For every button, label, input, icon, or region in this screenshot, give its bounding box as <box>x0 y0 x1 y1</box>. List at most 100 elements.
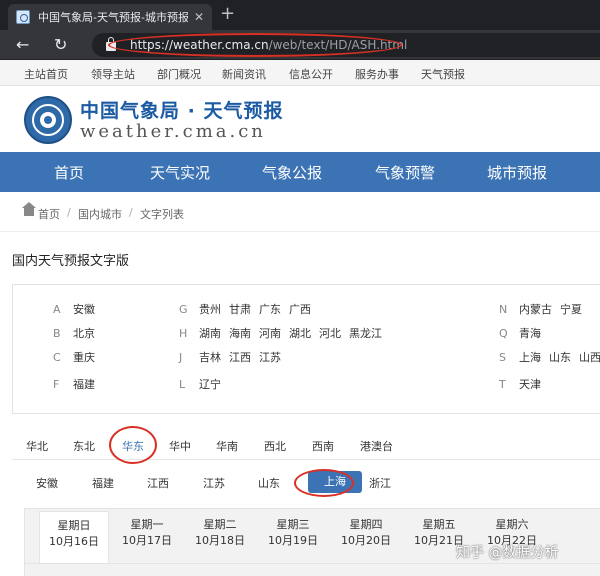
close-tab-icon[interactable]: ✕ <box>194 10 204 24</box>
address-bar[interactable]: https://weather.cma.cn/web/text/HD/ASH.h… <box>92 33 600 57</box>
province-row-g: G 贵州 甘肃 广东 广西 <box>179 301 319 317</box>
province-link[interactable]: 天津 <box>519 378 541 391</box>
province-link[interactable]: 贵州 <box>199 303 221 316</box>
province-link[interactable]: 湖北 <box>289 327 311 340</box>
province-link[interactable]: 重庆 <box>73 351 95 364</box>
breadcrumb: 首页 / 国内城市 / 文字列表 <box>0 192 600 232</box>
watermark: 知乎 @数据分析 <box>456 545 559 561</box>
reload-button[interactable]: ↻ <box>54 35 67 55</box>
tab-city-shandong[interactable]: 山东 <box>258 475 280 491</box>
nav-city-forecast[interactable]: 城市预报 <box>487 162 547 183</box>
toplink-news[interactable]: 新闻资讯 <box>222 66 266 82</box>
province-link[interactable]: 山东 <box>549 351 571 364</box>
province-link[interactable]: 北京 <box>73 327 95 340</box>
site-name[interactable]: 中国气象局 · 天气预报 <box>80 96 283 123</box>
breadcrumb-separator: / <box>129 206 133 219</box>
tab-city-anhui[interactable]: 安徽 <box>36 475 58 491</box>
province-link[interactable]: 宁夏 <box>560 303 582 316</box>
province-index: A 安徽 B 北京 C 重庆 F 福建 G 贵州 甘肃 广东 广西 H 湖南 海南 河南 湖北 河北 黑龙江 J 吉林江… <box>12 284 600 414</box>
province-letter: J <box>179 351 183 364</box>
site-favicon-icon <box>16 10 30 24</box>
tab-region-northwest[interactable]: 西北 <box>264 438 286 454</box>
url-text: https://weather.cma.cn/web/text/HD/ASH.h… <box>130 38 408 52</box>
province-link[interactable]: 上海 <box>519 351 541 364</box>
nav-observations[interactable]: 天气实况 <box>150 162 210 183</box>
tab-region-hk-macau-taiwan[interactable]: 港澳台 <box>360 438 393 454</box>
province-row-h: H 湖南 海南 河南 湖北 河北 黑龙江 <box>179 325 390 341</box>
tab-city-zhejiang[interactable]: 浙江 <box>369 475 391 491</box>
province-row-a: A 安徽 <box>53 301 103 317</box>
tab-day-2[interactable]: 星期二 10月18日 <box>185 517 255 549</box>
toplink-forecast[interactable]: 天气预报 <box>421 66 465 82</box>
day-tabs-divider <box>25 563 600 564</box>
tab-city-shanghai[interactable]: 上海 <box>308 471 362 493</box>
tab-title: 中国气象局-天气预报-城市预报 <box>38 11 188 24</box>
province-link[interactable]: 河北 <box>319 327 341 340</box>
tab-region-southwest[interactable]: 西南 <box>312 438 334 454</box>
breadcrumb-home[interactable]: 首页 <box>38 206 60 222</box>
province-row-j: J 吉林 江西 江苏 <box>179 349 289 365</box>
tab-region-north[interactable]: 华北 <box>26 438 48 454</box>
tab-day-1[interactable]: 星期一 10月17日 <box>112 517 182 549</box>
province-row-b: B 北京 <box>53 325 103 341</box>
cma-logo-icon[interactable] <box>24 96 72 144</box>
nav-bulletins[interactable]: 气象公报 <box>262 162 322 183</box>
province-letter: F <box>53 378 60 391</box>
tab-city-jiangxi[interactable]: 江西 <box>147 475 169 491</box>
province-link[interactable]: 福建 <box>73 378 95 391</box>
tab-day-4[interactable]: 星期四 10月20日 <box>331 517 401 549</box>
province-link[interactable]: 江西 <box>229 351 251 364</box>
new-tab-button[interactable]: + <box>220 4 235 24</box>
province-row-f: F 福建 <box>53 376 103 392</box>
tab-region-northeast[interactable]: 东北 <box>73 438 95 454</box>
toplink-info[interactable]: 信息公开 <box>289 66 333 82</box>
back-button[interactable]: ← <box>16 35 29 55</box>
province-link[interactable]: 河南 <box>259 327 281 340</box>
region-tabs: 华北 东北 华东 华中 华南 西北 西南 港澳台 <box>12 432 600 460</box>
province-link[interactable]: 吉林 <box>199 351 221 364</box>
province-link[interactable]: 黑龙江 <box>349 327 382 340</box>
tab-city-fujian[interactable]: 福建 <box>92 475 114 491</box>
province-link[interactable]: 辽宁 <box>199 378 221 391</box>
breadcrumb-cities[interactable]: 国内城市 <box>78 206 122 222</box>
province-link[interactable]: 安徽 <box>73 303 95 316</box>
toplink-services[interactable]: 服务办事 <box>355 66 399 82</box>
province-row-l: L 辽宁 <box>179 376 229 392</box>
province-link[interactable]: 江苏 <box>259 351 281 364</box>
city-tabs: 安徽 福建 江西 江苏 山东 上海 浙江 <box>12 466 600 500</box>
browser-tab[interactable]: 中国气象局-天气预报-城市预报 ✕ <box>8 4 212 30</box>
province-row-n: N 内蒙古 宁夏 <box>499 301 590 317</box>
home-icon <box>22 202 36 216</box>
top-links-bar: 主站首页 领导主站 部门概况 新闻资讯 信息公开 服务办事 天气预报 <box>0 60 600 86</box>
tab-day-0[interactable]: 星期日 10月16日 <box>39 511 109 563</box>
browser-window: 中国气象局-天气预报-城市预报 ✕ + ← ↻ https://weather.… <box>0 0 600 576</box>
province-row-q: Q 青海 <box>499 325 549 341</box>
province-link[interactable]: 甘肃 <box>229 303 251 316</box>
toplink-overview[interactable]: 部门概况 <box>157 66 201 82</box>
page-title: 国内天气预报文字版 <box>12 254 130 269</box>
province-link[interactable]: 广西 <box>289 303 311 316</box>
site-header: 中国气象局 · 天气预报 weather.cma.cn <box>0 86 600 152</box>
province-link[interactable]: 湖南 <box>199 327 221 340</box>
province-letter: L <box>179 378 186 391</box>
province-letter: B <box>53 327 61 340</box>
lock-icon <box>106 37 116 51</box>
site-domain: weather.cma.cn <box>80 121 266 142</box>
province-link[interactable]: 内蒙古 <box>519 303 552 316</box>
province-link[interactable]: 广东 <box>259 303 281 316</box>
tab-region-south[interactable]: 华南 <box>216 438 238 454</box>
toplink-home[interactable]: 主站首页 <box>24 66 68 82</box>
tab-region-east[interactable]: 华东 <box>122 438 144 454</box>
nav-home[interactable]: 首页 <box>54 162 84 183</box>
toplink-leaders[interactable]: 领导主站 <box>91 66 135 82</box>
province-link[interactable]: 青海 <box>519 327 541 340</box>
province-link[interactable]: 海南 <box>229 327 251 340</box>
tab-city-jiangsu[interactable]: 江苏 <box>203 475 225 491</box>
province-row-t: T 天津 <box>499 376 549 392</box>
province-link[interactable]: 山西 <box>579 351 600 364</box>
tab-strip: 中国气象局-天气预报-城市预报 ✕ + <box>0 0 600 30</box>
nav-warnings[interactable]: 气象预警 <box>375 162 435 183</box>
tab-region-central[interactable]: 华中 <box>169 438 191 454</box>
province-letter: T <box>499 378 506 391</box>
tab-day-3[interactable]: 星期三 10月19日 <box>258 517 328 549</box>
